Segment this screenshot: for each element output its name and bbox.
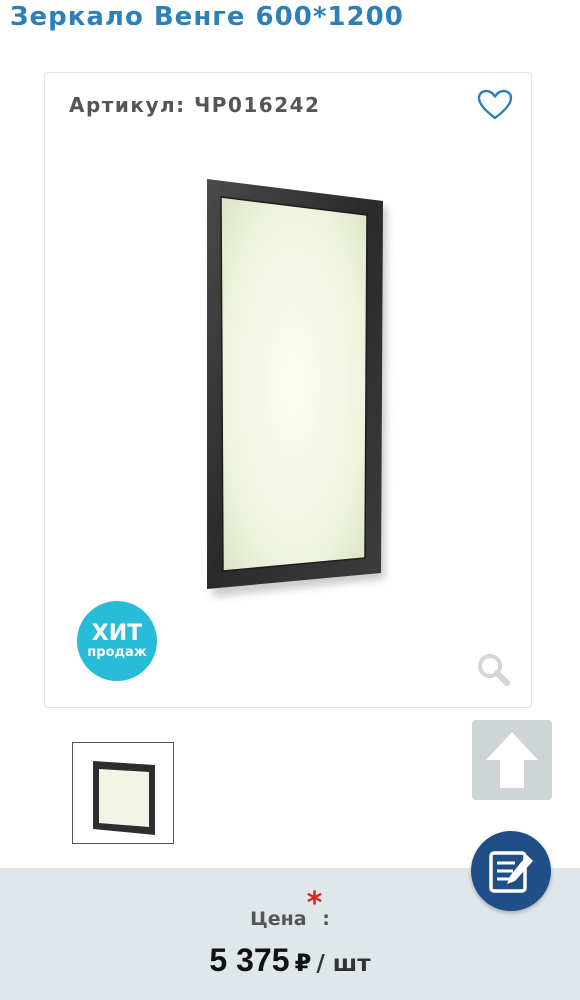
sku-label: Артикул: ЧР016242 [69,93,321,117]
feedback-button[interactable] [471,831,551,911]
scroll-up-button[interactable] [472,720,552,800]
badge-line-2: продаж [87,645,147,660]
favorite-button[interactable] [477,89,513,121]
arrow-up-icon [486,732,538,788]
price-value-row: 5 375 ₽ / шт [0,942,580,979]
product-title: Зеркало Венге 600*1200 [10,2,404,32]
product-image-card: Артикул: ЧР016242 ХИТ продаж [44,72,532,708]
required-mark: * [306,886,323,921]
thumbnail-image [93,761,155,835]
product-image[interactable] [195,175,395,605]
thumbnail-1[interactable] [72,742,174,844]
price-value: 5 375 [209,942,290,978]
mirror-image [207,179,387,597]
heart-icon [477,89,513,120]
currency-symbol: ₽ [294,949,312,977]
price-label: Цена [250,908,307,930]
zoom-button[interactable] [475,651,511,687]
bestseller-badge: ХИТ продаж [77,601,157,681]
badge-line-1: ХИТ [91,621,143,646]
edit-document-icon [489,851,533,893]
price-unit: / шт [316,951,371,977]
price-colon: : [322,908,330,930]
magnifier-icon [478,654,510,686]
